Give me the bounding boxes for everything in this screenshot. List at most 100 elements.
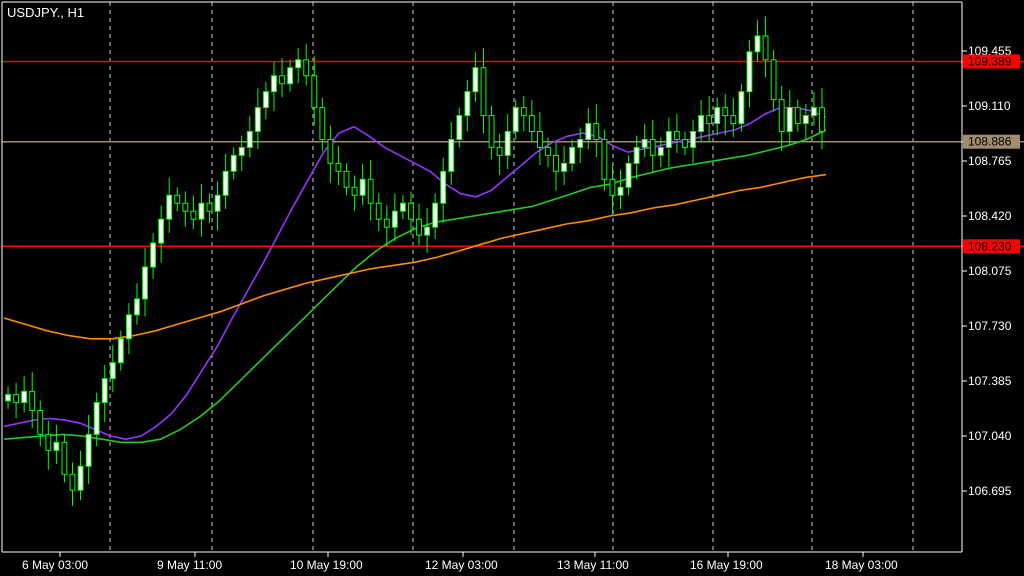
candle-body <box>810 107 817 117</box>
chart-title: USDJPY., H1 <box>7 5 84 20</box>
candle-body <box>158 218 165 244</box>
candle-body <box>778 99 785 133</box>
candle-body <box>69 473 76 491</box>
candle-body <box>21 390 28 404</box>
candle-body <box>150 242 157 268</box>
candle-body <box>287 67 294 85</box>
candle-body <box>698 115 705 133</box>
candle-body <box>351 186 358 196</box>
candle-body <box>545 146 551 156</box>
candle-body <box>690 131 696 148</box>
candle-body <box>504 131 511 156</box>
candle-body <box>117 338 124 364</box>
candle-body <box>61 441 68 475</box>
candle-body <box>367 178 374 204</box>
candle-body <box>77 465 84 491</box>
candle-body <box>271 75 277 93</box>
candle-body <box>593 123 600 140</box>
candle-body <box>254 107 261 133</box>
candle-body <box>182 202 189 212</box>
candle-body <box>706 115 713 125</box>
candle-body <box>230 154 237 172</box>
candle-body <box>399 202 406 212</box>
candle-body <box>101 378 108 404</box>
candle-body <box>819 107 825 133</box>
y-tick-label: 109.110 <box>968 99 1011 113</box>
y-tick-label: 108.420 <box>968 209 1012 223</box>
candle-body <box>279 75 285 85</box>
candle-body <box>456 115 463 140</box>
candle-body <box>5 394 11 402</box>
candle-body <box>561 162 568 172</box>
x-tick-label: 10 May 19:00 <box>290 558 363 572</box>
candle-body <box>37 409 44 435</box>
candle-body <box>408 202 414 220</box>
candle-body <box>13 394 20 404</box>
candle-body <box>762 35 769 61</box>
candle-body <box>553 154 559 172</box>
candle-body <box>802 115 809 125</box>
candle-body <box>714 107 721 125</box>
candle-body <box>246 131 253 148</box>
candle-body <box>609 178 616 196</box>
candle-body <box>480 67 487 117</box>
candle-body <box>682 138 688 148</box>
candle-body <box>214 194 221 212</box>
candle-body <box>754 35 761 53</box>
x-tick-label: 16 May 19:00 <box>690 558 763 572</box>
candle-body <box>53 441 60 451</box>
candle-body <box>424 226 431 236</box>
candle-body <box>134 298 140 316</box>
candle-body <box>472 67 479 93</box>
candle-body <box>665 131 672 148</box>
x-tick-label: 18 May 03:00 <box>825 558 898 572</box>
candle-body <box>746 51 753 93</box>
y-tick-label: 107.385 <box>968 374 1012 388</box>
candle-body <box>625 162 632 188</box>
x-tick-label: 13 May 11:00 <box>557 558 629 572</box>
x-tick-label: 9 May 11:00 <box>157 558 222 572</box>
candle-body <box>319 107 326 140</box>
candle-body <box>770 59 777 101</box>
candle-body <box>440 170 447 204</box>
level-label: 108.886 <box>968 135 1012 149</box>
candle-body <box>794 107 801 125</box>
candle-body <box>190 210 197 220</box>
candle-body <box>125 314 132 340</box>
candle-body <box>585 123 592 140</box>
candle-body <box>432 202 439 228</box>
candle-body <box>166 194 173 220</box>
candle-body <box>238 146 245 156</box>
candle-body <box>738 91 745 125</box>
candle-body <box>730 115 737 125</box>
candle-body <box>198 202 205 220</box>
plot-background <box>0 0 1024 576</box>
candle-body <box>416 218 422 236</box>
y-tick-label: 107.730 <box>968 319 1012 333</box>
candle-body <box>617 186 624 196</box>
candle-body <box>448 138 455 172</box>
candle-body <box>206 202 213 212</box>
candle-body <box>633 146 640 164</box>
candle-body <box>174 194 181 204</box>
candle-body <box>383 218 390 228</box>
candle-body <box>262 91 269 109</box>
candle-body <box>520 107 527 117</box>
x-tick-label: 12 May 03:00 <box>425 558 498 572</box>
y-tick-label: 107.040 <box>968 429 1012 443</box>
price-chart[interactable]: 109.455109.110108.765108.420108.075107.7… <box>0 0 1024 576</box>
candle-body <box>222 170 229 196</box>
candle-body <box>649 138 656 156</box>
candle-body <box>512 107 519 133</box>
candle-body <box>109 362 116 380</box>
candle-body <box>641 138 648 148</box>
candle-body <box>85 433 92 467</box>
candle-body <box>311 75 318 109</box>
candle-body <box>601 138 608 180</box>
candle-body <box>496 146 503 156</box>
candle-body <box>343 170 350 188</box>
candle-body <box>335 162 342 172</box>
candle-body <box>93 402 100 435</box>
level-label: 109.389 <box>968 55 1012 69</box>
candle-body <box>577 138 584 148</box>
